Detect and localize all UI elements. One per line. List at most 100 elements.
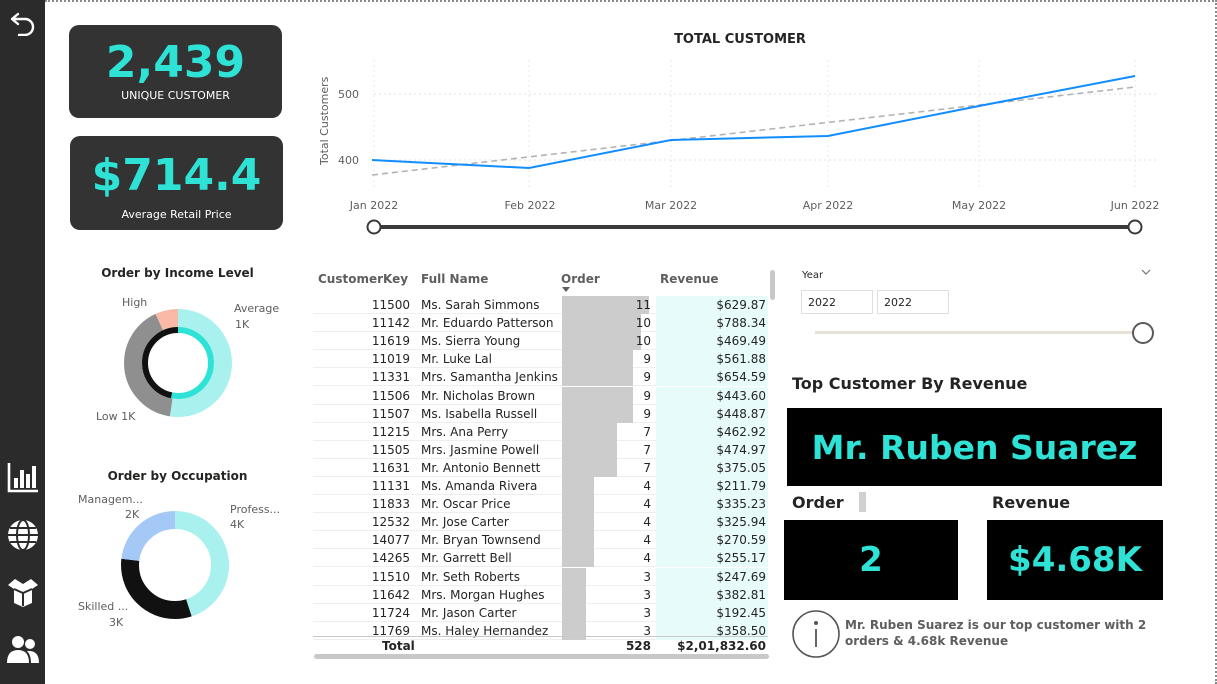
chevron-down-icon[interactable] [1140, 266, 1152, 280]
customer-key-cell: 11131 [371, 479, 410, 493]
date-range-slider-start-handle[interactable] [366, 219, 382, 235]
customer-key-cell: 11631 [371, 460, 410, 475]
column-header-full-name[interactable]: Full Name [421, 272, 488, 286]
order-cell: 10 [635, 316, 651, 331]
table-horizontal-scrollbar[interactable] [314, 654, 769, 659]
table-row[interactable]: 14077 Mr. Bryan Townsend 4 $270.59 [313, 531, 768, 550]
revenue-cell: $443.60 [716, 388, 766, 403]
line-chart-title: TOTAL CUSTOMER [674, 32, 806, 47]
order-indicator-bar [859, 492, 866, 512]
year-slider-handle[interactable] [1132, 322, 1154, 344]
trend-line [371, 86, 1136, 176]
table-row[interactable]: 11510 Mr. Seth Roberts 3 $247.69 [313, 567, 768, 586]
table-vertical-scrollbar[interactable] [770, 270, 775, 300]
globe-icon[interactable] [5, 517, 41, 553]
table-row[interactable]: 11142 Mr. Eduardo Patterson 10 $788.34 [313, 314, 768, 333]
table-row[interactable]: 11215 Mrs. Ana Perry 7 $462.92 [313, 422, 768, 441]
income-label-low: Low 1K [96, 410, 136, 423]
full-name-cell: Mrs. Jasmine Powell [421, 442, 540, 457]
occupation-label-skilled: Skilled ... [78, 600, 129, 613]
revenue-cell: $654.59 [716, 370, 766, 385]
occupation-donut-chart[interactable] [117, 507, 233, 623]
table-row[interactable]: 11619 Ms. Sierra Young 10 $469.49 [313, 332, 768, 351]
table-row[interactable]: 11833 Mr. Oscar Price 4 $335.23 [313, 495, 768, 514]
occupation-donut-title: Order by Occupation [107, 469, 248, 483]
full-name-cell: Ms. Amanda Rivera [421, 479, 538, 493]
kpi-average-price-value: $714.4 [91, 150, 262, 201]
year-slider-track[interactable] [815, 331, 1145, 334]
customer-key-cell: 14077 [371, 533, 410, 548]
column-header-order[interactable]: Order [561, 272, 600, 286]
revenue-cell: $255.17 [716, 551, 766, 566]
total-order: 528 [625, 639, 651, 653]
table-row[interactable]: 11505 Mrs. Jasmine Powell 7 $474.97 [313, 440, 768, 459]
full-name-cell: Mr. Garrett Bell [421, 551, 512, 566]
box-icon[interactable] [5, 574, 41, 610]
order-cell: 3 [643, 587, 651, 602]
table-row[interactable]: 11642 Mrs. Morgan Hughes 3 $382.81 [313, 585, 768, 604]
order-cell: 9 [643, 370, 651, 385]
kpi-unique-customer-card: 2,439 UNIQUE CUSTOMER [69, 25, 282, 118]
customer-key-cell: 11724 [371, 605, 410, 620]
table-row[interactable]: 11500 Ms. Sarah Simmons 11 $629.87 [313, 296, 768, 314]
kpi-unique-customer-value: 2,439 [105, 37, 246, 88]
year-from-input[interactable]: 2022 [801, 290, 873, 314]
left-nav-bar [0, 0, 45, 684]
sort-descending-icon[interactable] [562, 287, 570, 292]
order-cell: 7 [643, 460, 651, 475]
income-donut-chart[interactable] [120, 305, 236, 421]
occupation-label-management: Managem... [78, 493, 143, 506]
table-row[interactable]: 14265 Mr. Garrett Bell 4 $255.17 [313, 549, 768, 568]
x-tick: Apr 2022 [803, 199, 854, 212]
full-name-cell: Mrs. Ana Perry [421, 424, 509, 439]
order-cell: 4 [643, 533, 651, 548]
table-row[interactable]: 11506 Mr. Nicholas Brown 9 $443.60 [313, 386, 768, 405]
date-range-slider-end-handle[interactable] [1127, 219, 1143, 235]
order-cell: 3 [643, 605, 651, 620]
table-row[interactable]: 11131 Ms. Amanda Rivera 4 $211.79 [313, 477, 768, 495]
year-to-input[interactable]: 2022 [877, 290, 949, 314]
customer-key-cell: 11505 [371, 442, 410, 457]
bar-chart-icon[interactable] [5, 459, 41, 495]
table-row[interactable]: 11631 Mr. Antonio Bennett 7 $375.05 [313, 458, 768, 477]
table-row[interactable]: 11724 Mr. Jason Carter 3 $192.45 [313, 603, 768, 622]
people-icon[interactable] [5, 631, 41, 667]
column-header-customerkey[interactable]: CustomerKey [318, 272, 408, 286]
x-tick: May 2022 [952, 199, 1006, 212]
income-label-high: High [122, 296, 148, 309]
full-name-cell: Mr. Nicholas Brown [421, 388, 536, 403]
order-cell: 4 [643, 551, 651, 566]
full-name-cell: Mr. Eduardo Patterson [421, 316, 554, 331]
x-tick: Jun 2022 [1110, 199, 1160, 212]
info-icon [791, 609, 841, 663]
customer-key-cell: 11215 [371, 424, 410, 439]
full-name-cell: Mr. Luke Lal [421, 352, 492, 367]
table-row[interactable]: 11507 Ms. Isabella Russell 9 $448.87 [313, 404, 768, 423]
full-name-cell: Mr. Seth Roberts [421, 569, 520, 584]
revenue-cell: $462.92 [716, 424, 766, 439]
revenue-cell: $561.88 [716, 352, 766, 367]
customer-table: CustomerKey Full Name Order Revenue 1150… [313, 268, 775, 659]
full-name-cell: Mr. Bryan Townsend [421, 533, 541, 548]
year-slicer-title: Year [802, 270, 824, 281]
y-tick-500: 500 [338, 88, 359, 101]
revenue-cell: $629.87 [716, 298, 766, 312]
top-customer-revenue-label: Revenue [992, 493, 1071, 512]
order-cell: 9 [643, 388, 651, 403]
table-row[interactable]: 11331 Mrs. Samantha Jenkins 9 $654.59 [313, 368, 768, 387]
back-arrow-icon[interactable] [5, 4, 41, 40]
full-name-cell: Mr. Jose Carter [421, 515, 509, 530]
revenue-cell: $375.05 [716, 460, 766, 475]
table-row[interactable]: 12532 Mr. Jose Carter 4 $325.94 [313, 513, 768, 532]
table-row[interactable]: 11019 Mr. Luke Lal 9 $561.88 [313, 350, 768, 369]
customer-key-cell: 14265 [371, 551, 410, 566]
revenue-cell: $469.49 [716, 334, 766, 349]
x-tick: Jan 2022 [349, 199, 398, 212]
column-header-revenue[interactable]: Revenue [660, 272, 719, 286]
income-label-average-value: 1K [235, 318, 250, 331]
order-cell: 3 [643, 569, 651, 584]
full-name-cell: Ms. Sarah Simmons [421, 298, 540, 312]
order-cell: 10 [635, 334, 651, 349]
revenue-cell: $325.94 [716, 515, 766, 530]
top-customer-name: Mr. Ruben Suarez [787, 408, 1162, 486]
